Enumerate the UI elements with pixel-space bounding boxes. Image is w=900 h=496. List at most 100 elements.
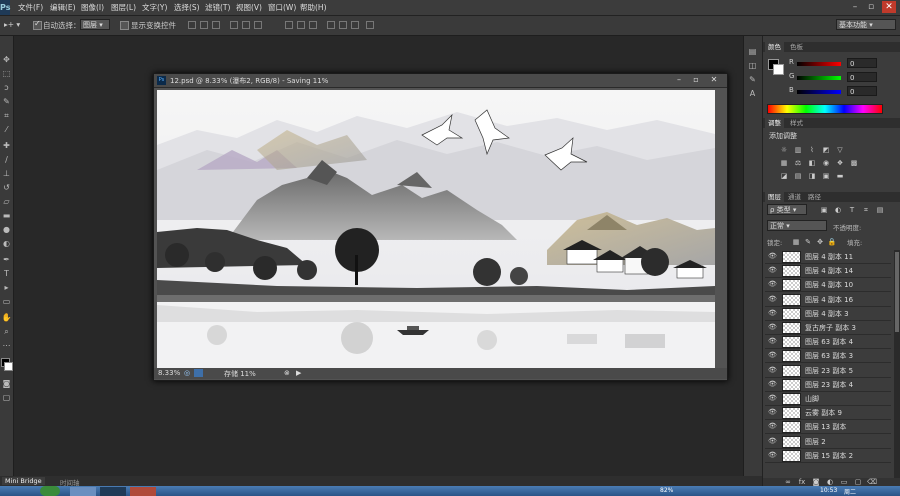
- posterize-icon[interactable]: ▤: [793, 172, 803, 180]
- tab-layers[interactable]: 图层: [765, 192, 784, 202]
- align-bottom-icon[interactable]: [212, 21, 220, 29]
- tab-swatches[interactable]: 色板: [787, 42, 806, 52]
- photo-filter-icon[interactable]: ◉: [821, 159, 831, 167]
- visibility-eye-icon[interactable]: 👁: [768, 451, 777, 459]
- align-top-icon[interactable]: [188, 21, 196, 29]
- layer-row[interactable]: 👁 云雾 副本 9: [765, 406, 891, 421]
- layer-row[interactable]: 👁 山脚: [765, 392, 891, 406]
- hand-tool-icon[interactable]: ✋: [1, 312, 12, 324]
- marquee-tool-icon[interactable]: ⬚: [1, 68, 12, 80]
- blur-tool-icon[interactable]: ●: [1, 224, 12, 236]
- layer-name[interactable]: 图层 23 副本 4: [805, 380, 853, 390]
- brightness-icon[interactable]: ☼: [779, 146, 789, 154]
- start-button[interactable]: [40, 486, 60, 496]
- doc-maximize-icon[interactable]: ▫: [688, 75, 704, 85]
- visibility-eye-icon[interactable]: 👁: [768, 295, 777, 303]
- layer-name[interactable]: 图层 63 副本 3: [805, 351, 853, 361]
- channel-g-value[interactable]: 0: [847, 72, 877, 82]
- layer-name[interactable]: 图层 4 副本 11: [805, 252, 853, 262]
- layer-row[interactable]: 👁 图层 2: [765, 434, 891, 449]
- channel-b-slider[interactable]: [797, 90, 841, 94]
- visibility-eye-icon[interactable]: 👁: [768, 366, 777, 374]
- visibility-eye-icon[interactable]: 👁: [768, 309, 777, 317]
- history-panel-icon[interactable]: ▤: [747, 46, 758, 58]
- doc-minimize-icon[interactable]: –: [671, 75, 687, 85]
- screen-mode-icon[interactable]: ▢: [1, 392, 12, 404]
- healing-brush-tool-icon[interactable]: ✚: [1, 140, 12, 152]
- vibrance-icon[interactable]: ▽: [835, 146, 845, 154]
- distribute-top-icon[interactable]: [285, 21, 293, 29]
- layer-kind-filter[interactable]: ρ 类型 ▾: [767, 204, 807, 215]
- auto-select-checkbox[interactable]: [33, 19, 42, 30]
- align-left-icon[interactable]: [230, 21, 238, 29]
- layers-scrollbar-thumb[interactable]: [895, 252, 899, 332]
- visibility-eye-icon[interactable]: 👁: [768, 337, 777, 345]
- filter-pixel-icon[interactable]: ▣: [819, 206, 829, 214]
- type-tool-icon[interactable]: T: [1, 268, 12, 280]
- align-center-icon[interactable]: [242, 21, 250, 29]
- taskbar-app-photoshop[interactable]: [100, 487, 126, 496]
- add-mask-icon[interactable]: ◙: [811, 478, 821, 486]
- gradient-map-icon[interactable]: ▬: [835, 172, 845, 180]
- close-icon[interactable]: ✕: [882, 1, 896, 13]
- color-background-swatch[interactable]: [773, 64, 784, 75]
- character-panel-icon[interactable]: A: [747, 88, 758, 100]
- menu-help[interactable]: 帮助(H): [300, 2, 327, 13]
- visibility-eye-icon[interactable]: 👁: [768, 422, 777, 430]
- distribute-right-icon[interactable]: [351, 21, 359, 29]
- layer-name[interactable]: 图层 63 副本 4: [805, 337, 853, 347]
- visibility-eye-icon[interactable]: 👁: [768, 408, 777, 416]
- layer-row[interactable]: 👁 图层 4 副本 16: [765, 292, 891, 307]
- layer-name[interactable]: 图层 4 副本 3: [805, 309, 849, 319]
- layer-row[interactable]: 👁 图层 4 副本 3: [765, 306, 891, 321]
- tab-color[interactable]: 颜色: [765, 42, 784, 52]
- link-layers-icon[interactable]: ∞: [783, 478, 793, 486]
- visibility-eye-icon[interactable]: 👁: [768, 323, 777, 331]
- clock-time[interactable]: 10:53: [820, 487, 837, 494]
- layer-row[interactable]: 👁 图层 63 副本 3: [765, 349, 891, 364]
- color-balance-icon[interactable]: ⚖: [793, 159, 803, 167]
- menu-image[interactable]: 图像(I): [81, 2, 104, 13]
- tab-adjustments[interactable]: 调整: [765, 118, 784, 128]
- curves-icon[interactable]: ⌇: [807, 146, 817, 154]
- menu-file[interactable]: 文件(F): [18, 2, 43, 13]
- visibility-eye-icon[interactable]: 👁: [768, 266, 777, 274]
- layer-name[interactable]: 图层 13 副本: [805, 422, 846, 432]
- visibility-eye-icon[interactable]: 👁: [768, 437, 777, 445]
- visibility-eye-icon[interactable]: 👁: [768, 280, 777, 288]
- eyedropper-tool-icon[interactable]: ⁄: [1, 124, 12, 136]
- channel-r-slider[interactable]: [797, 62, 841, 66]
- layer-row[interactable]: 👁 图层 15 副本 2: [765, 448, 891, 463]
- cancel-icon[interactable]: ⊗: [284, 369, 290, 377]
- eraser-tool-icon[interactable]: ▱: [1, 196, 12, 208]
- show-transform-checkbox[interactable]: [120, 21, 129, 30]
- layer-name[interactable]: 图层 23 副本 5: [805, 366, 853, 376]
- zoom-level[interactable]: 8.33%: [158, 369, 180, 377]
- quick-select-tool-icon[interactable]: ✎: [1, 96, 12, 108]
- lock-all-icon[interactable]: 🔒: [827, 238, 837, 246]
- lock-position-icon[interactable]: ✥: [815, 238, 825, 246]
- exposure-icon[interactable]: ◩: [821, 146, 831, 154]
- layer-name[interactable]: 复古房子 副本 3: [805, 323, 856, 333]
- quick-mask-icon[interactable]: ◙: [1, 378, 12, 390]
- layer-name[interactable]: 图层 4 副本 16: [805, 295, 853, 305]
- new-layer-icon[interactable]: ▢: [853, 478, 863, 486]
- taskbar-app-1[interactable]: [70, 487, 96, 496]
- align-middle-icon[interactable]: [200, 21, 208, 29]
- tab-channels[interactable]: 通道: [785, 192, 804, 202]
- layer-row[interactable]: 👁 图层 23 副本 4: [765, 377, 891, 392]
- history-brush-tool-icon[interactable]: ↺: [1, 182, 12, 194]
- auto-align-icon[interactable]: [366, 21, 374, 29]
- tab-styles[interactable]: 样式: [787, 118, 806, 128]
- menu-select[interactable]: 选择(S): [174, 2, 200, 13]
- channel-mixer-icon[interactable]: ❖: [835, 159, 845, 167]
- shape-tool-icon[interactable]: ▭: [1, 296, 12, 308]
- brush-tool-icon[interactable]: ∕: [1, 154, 12, 166]
- hue-saturation-icon[interactable]: ▦: [779, 159, 789, 167]
- threshold-icon[interactable]: ◨: [807, 172, 817, 180]
- visibility-eye-icon[interactable]: 👁: [768, 394, 777, 402]
- gradient-tool-icon[interactable]: ▬: [1, 210, 12, 222]
- align-right-icon[interactable]: [254, 21, 262, 29]
- visibility-eye-icon[interactable]: 👁: [768, 351, 777, 359]
- document-title-bar[interactable]: Ps 12.psd @ 8.33% (瀑布2, RGB/8) - Saving …: [154, 74, 727, 88]
